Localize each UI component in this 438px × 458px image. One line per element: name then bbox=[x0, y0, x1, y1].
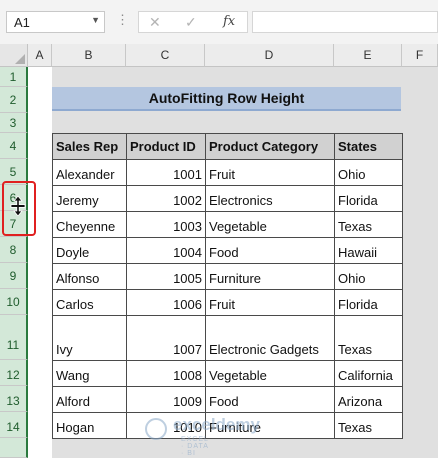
row-resize-cursor-icon bbox=[10, 196, 26, 216]
cell-state[interactable]: California bbox=[334, 360, 403, 387]
cell-product-id[interactable]: 1007 bbox=[126, 315, 206, 361]
cell-sales-rep[interactable]: Alexander bbox=[52, 159, 127, 186]
cell-product-id[interactable]: 1003 bbox=[126, 211, 206, 238]
cell-sales-rep[interactable]: Cheyenne bbox=[52, 211, 127, 238]
row-header-12[interactable]: 12 bbox=[0, 360, 28, 386]
row-header-3[interactable]: 3 bbox=[0, 113, 28, 133]
row-header-1[interactable]: 1 bbox=[0, 67, 28, 87]
cell-sales-rep[interactable]: Jeremy bbox=[52, 185, 127, 212]
watermark-tagline: EXCEL · DATA · BI bbox=[181, 436, 209, 457]
cell-product-category[interactable]: Electronic Gadgets bbox=[205, 315, 335, 361]
cell-product-category[interactable]: Vegetable bbox=[205, 360, 335, 387]
column-header-d[interactable]: D bbox=[205, 44, 334, 67]
header-product-category[interactable]: Product Category bbox=[205, 133, 335, 160]
name-box-value: A1 bbox=[14, 15, 30, 30]
cell-product-category[interactable]: Electronics bbox=[205, 185, 335, 212]
insert-function-icon[interactable]: fx bbox=[223, 14, 235, 29]
column-header-c[interactable]: C bbox=[126, 44, 205, 67]
more-dots-icon: ⋮ bbox=[116, 12, 129, 27]
row-header-4[interactable]: 4 bbox=[0, 133, 28, 159]
cell-product-category[interactable]: Fruit bbox=[205, 159, 335, 186]
column-header-b[interactable]: B bbox=[52, 44, 126, 67]
header-product-id[interactable]: Product ID bbox=[126, 133, 206, 160]
cell-state[interactable]: Florida bbox=[334, 185, 403, 212]
cell-state[interactable]: Ohio bbox=[334, 263, 403, 290]
cell-product-id[interactable]: 1002 bbox=[126, 185, 206, 212]
cell-state[interactable]: Ohio bbox=[334, 159, 403, 186]
cell-state[interactable]: Florida bbox=[334, 289, 403, 316]
cancel-icon[interactable]: ✕ bbox=[149, 14, 161, 31]
column-a-area bbox=[28, 67, 52, 458]
cell-state[interactable]: Texas bbox=[334, 315, 403, 361]
name-box[interactable]: A1 ▼ bbox=[6, 11, 105, 33]
title-cell[interactable]: AutoFitting Row Height bbox=[52, 87, 401, 111]
cell-sales-rep[interactable]: Doyle bbox=[52, 237, 127, 264]
watermark-name: exceldemy bbox=[173, 415, 260, 434]
row-header-9[interactable]: 9 bbox=[0, 263, 28, 289]
table-header-row: Sales Rep Product ID Product Category St… bbox=[52, 133, 403, 160]
row-header-13[interactable]: 13 bbox=[0, 386, 28, 412]
table-row: Ivy 1007 Electronic Gadgets Texas bbox=[52, 315, 403, 361]
cell-sales-rep[interactable]: Ivy bbox=[52, 315, 127, 361]
cell-state[interactable]: Arizona bbox=[334, 386, 403, 413]
cell-product-id[interactable]: 1005 bbox=[126, 263, 206, 290]
cell-product-category[interactable]: Food bbox=[205, 386, 335, 413]
row-header-11[interactable]: 11 bbox=[0, 315, 28, 360]
cell-product-category[interactable]: Furniture bbox=[205, 263, 335, 290]
cell-product-category[interactable]: Vegetable bbox=[205, 211, 335, 238]
cell-product-id[interactable]: 1001 bbox=[126, 159, 206, 186]
row-header-15[interactable] bbox=[0, 438, 28, 458]
chevron-down-icon[interactable]: ▼ bbox=[91, 15, 100, 25]
cell-sales-rep[interactable]: Alfonso bbox=[52, 263, 127, 290]
cell-product-category[interactable]: Fruit bbox=[205, 289, 335, 316]
select-all-triangle-icon bbox=[15, 54, 25, 64]
cell-state[interactable]: Texas bbox=[334, 211, 403, 238]
cell-state[interactable]: Texas bbox=[334, 412, 403, 439]
cell-sales-rep[interactable]: Wang bbox=[52, 360, 127, 387]
table-row: Alfonso 1005 Furniture Ohio bbox=[52, 263, 403, 290]
table-row: Alexander 1001 Fruit Ohio bbox=[52, 159, 403, 186]
cell-state[interactable]: Hawaii bbox=[334, 237, 403, 264]
cell-product-category[interactable]: Food bbox=[205, 237, 335, 264]
cell-product-id[interactable]: 1008 bbox=[126, 360, 206, 387]
column-header-a[interactable]: A bbox=[28, 44, 52, 67]
check-icon[interactable]: ✓ bbox=[185, 14, 197, 31]
cell-product-id[interactable]: 1006 bbox=[126, 289, 206, 316]
cell-sales-rep[interactable]: Alford bbox=[52, 386, 127, 413]
table-row: Doyle 1004 Food Hawaii bbox=[52, 237, 403, 264]
column-header-e[interactable]: E bbox=[334, 44, 402, 67]
table-row: Cheyenne 1003 Vegetable Texas bbox=[52, 211, 403, 238]
formula-buttons: ✕ ✓ fx bbox=[138, 11, 248, 33]
row-header-8[interactable]: 8 bbox=[0, 237, 28, 263]
formula-bar: A1 ▼ ⋮ ✕ ✓ fx bbox=[0, 0, 438, 44]
row-header-2[interactable]: 2 bbox=[0, 87, 28, 113]
header-states[interactable]: States bbox=[334, 133, 403, 160]
table-row: Jeremy 1002 Electronics Florida bbox=[52, 185, 403, 212]
row-header-10[interactable]: 10 bbox=[0, 289, 28, 315]
table-row: Wang 1008 Vegetable California bbox=[52, 360, 403, 387]
row-header-14[interactable]: 14 bbox=[0, 412, 28, 438]
formula-input[interactable] bbox=[252, 11, 438, 33]
cell-sales-rep[interactable]: Hogan bbox=[52, 412, 127, 439]
header-sales-rep[interactable]: Sales Rep bbox=[52, 133, 127, 160]
cell-product-id[interactable]: 1009 bbox=[126, 386, 206, 413]
worksheet-grid: A B C D E F 1 2 3 4 5 6 7 8 9 10 11 12 1… bbox=[0, 44, 438, 458]
table-row: Alford 1009 Food Arizona bbox=[52, 386, 403, 413]
cell-product-id[interactable]: 1004 bbox=[126, 237, 206, 264]
sales-table: Sales Rep Product ID Product Category St… bbox=[52, 133, 403, 439]
table-row: Carlos 1006 Fruit Florida bbox=[52, 289, 403, 316]
cell-sales-rep[interactable]: Carlos bbox=[52, 289, 127, 316]
select-all-button[interactable] bbox=[0, 44, 28, 67]
exceldemy-logo-icon bbox=[145, 418, 167, 440]
column-header-f[interactable]: F bbox=[402, 44, 438, 67]
